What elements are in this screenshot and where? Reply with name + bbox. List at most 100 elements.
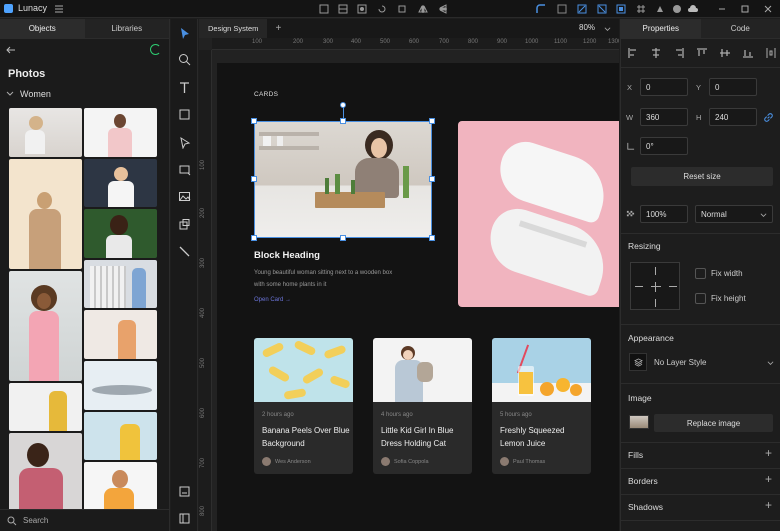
x-field[interactable]: 0: [640, 78, 688, 96]
add-tab-button[interactable]: +: [267, 23, 289, 34]
featured-image-selected[interactable]: [254, 121, 432, 238]
align-middle-icon[interactable]: [719, 47, 731, 59]
tab-objects[interactable]: Objects: [0, 19, 85, 38]
link-proportions-icon[interactable]: [763, 112, 774, 123]
card[interactable]: 5 hours ago Freshly Squeezed Lemon Juice…: [492, 338, 591, 474]
selection-handle[interactable]: [251, 235, 257, 241]
photo-thumbnail[interactable]: [9, 159, 82, 269]
y-field[interactable]: 0: [709, 78, 757, 96]
width-field[interactable]: 360: [640, 108, 688, 126]
height-field[interactable]: 240: [709, 108, 757, 126]
photo-thumbnail[interactable]: [9, 433, 82, 513]
open-card-link[interactable]: Open Card →: [254, 297, 291, 303]
preview-icon[interactable]: [654, 3, 666, 15]
rotation-handle[interactable]: [340, 102, 346, 108]
align-right-icon[interactable]: [673, 47, 685, 59]
photo-thumbnail[interactable]: [84, 108, 157, 157]
close-icon[interactable]: [762, 3, 774, 15]
card[interactable]: 2 hours ago Banana Peels Over Blue Backg…: [254, 338, 353, 474]
photo-thumbnail[interactable]: [84, 209, 157, 258]
blend-mode-select[interactable]: Normal: [695, 205, 773, 223]
select-tool-icon[interactable]: [178, 27, 191, 40]
reset-size-button[interactable]: Reset size: [631, 167, 773, 186]
tab-libraries[interactable]: Libraries: [85, 19, 170, 38]
grid-icon[interactable]: [635, 3, 647, 15]
share-icon[interactable]: [671, 3, 683, 15]
group-icon[interactable]: [337, 3, 349, 15]
fix-width-checkbox[interactable]: [695, 268, 706, 279]
photo-thumbnail[interactable]: [84, 361, 157, 410]
document-tab[interactable]: Design System: [199, 19, 268, 38]
frame-tool-icon[interactable]: [178, 163, 191, 176]
card[interactable]: 4 hours ago Little Kid Girl In Blue Dres…: [373, 338, 472, 474]
boolean-intersect-icon[interactable]: [596, 3, 608, 15]
photo-thumbnail[interactable]: [84, 159, 157, 207]
add-shadow-button[interactable]: +: [765, 498, 772, 512]
corner-radius-icon[interactable]: [535, 3, 547, 15]
category-header[interactable]: Women: [6, 89, 51, 99]
selection-handle[interactable]: [251, 176, 257, 182]
export-icon[interactable]: [178, 485, 191, 498]
selection-handle[interactable]: [429, 235, 435, 241]
add-border-button[interactable]: +: [765, 472, 772, 486]
mask-icon[interactable]: [356, 3, 368, 15]
photo-thumbnail[interactable]: [84, 260, 157, 308]
align-left-icon[interactable]: [318, 3, 330, 15]
replace-image-button[interactable]: Replace image: [654, 414, 773, 432]
tab-properties[interactable]: Properties: [621, 19, 701, 38]
flatten-icon[interactable]: [396, 3, 408, 15]
selection-handle[interactable]: [251, 118, 257, 124]
fix-height-checkbox[interactable]: [695, 293, 706, 304]
zoom-level[interactable]: 80%: [579, 23, 595, 32]
distribute-icon[interactable]: [765, 47, 777, 59]
menu-icon[interactable]: [53, 3, 65, 15]
align-top-icon[interactable]: [696, 47, 708, 59]
cloud-upload-icon[interactable]: [687, 3, 699, 15]
flip-horizontal-icon[interactable]: [417, 3, 429, 15]
opacity-field[interactable]: 100%: [640, 205, 688, 223]
resizing-constraints-widget[interactable]: [630, 262, 680, 310]
rotate-icon[interactable]: [376, 3, 388, 15]
add-fill-button[interactable]: +: [765, 446, 772, 460]
rectangle-tool-icon[interactable]: [178, 108, 191, 121]
photo-thumbnail[interactable]: [9, 383, 82, 431]
image-tool-icon[interactable]: [178, 190, 191, 203]
sneakers-image[interactable]: [458, 121, 619, 307]
photo-thumbnail[interactable]: [84, 412, 157, 460]
align-center-icon[interactable]: [650, 47, 662, 59]
text-tool-icon[interactable]: [178, 81, 191, 94]
pen-tool-icon[interactable]: [178, 136, 191, 150]
photo-thumbnail[interactable]: [9, 271, 82, 381]
photo-thumbnail[interactable]: [84, 462, 157, 513]
align-left-icon[interactable]: [627, 47, 639, 59]
component-tool-icon[interactable]: [178, 218, 191, 231]
search-input[interactable]: Search: [23, 516, 48, 525]
flip-vertical-icon[interactable]: [437, 3, 449, 15]
canvas-area[interactable]: Design System + 80% 100 200 300 400 500 …: [199, 19, 619, 531]
rotation-field[interactable]: 0°: [640, 137, 688, 155]
layer-style-icon[interactable]: [629, 353, 647, 371]
selection-handle[interactable]: [340, 118, 346, 124]
layer-style-value[interactable]: No Layer Style: [654, 358, 706, 367]
chevron-down-icon[interactable]: [767, 360, 774, 367]
photo-thumbnail[interactable]: [84, 310, 157, 359]
minimize-icon[interactable]: [716, 3, 728, 15]
search-bar[interactable]: Search: [0, 509, 169, 531]
back-arrow-icon[interactable]: [5, 44, 17, 56]
photo-thumbnail[interactable]: [9, 108, 82, 157]
maximize-icon[interactable]: [739, 3, 751, 15]
ruler-mark: 700: [439, 39, 450, 45]
zoom-tool-icon[interactable]: [178, 53, 191, 66]
chevron-down-icon[interactable]: [604, 26, 611, 33]
selection-handle[interactable]: [429, 176, 435, 182]
selection-handle[interactable]: [429, 118, 435, 124]
artboard[interactable]: CARDS Block Heading Young beautiful woma…: [217, 63, 619, 531]
boolean-difference-icon[interactable]: [615, 3, 627, 15]
line-tool-icon[interactable]: [178, 245, 191, 258]
panel-toggle-icon[interactable]: [178, 512, 191, 525]
tab-code[interactable]: Code: [701, 19, 780, 38]
align-bottom-icon[interactable]: [742, 47, 754, 59]
boolean-subtract-icon[interactable]: [576, 3, 588, 15]
selection-handle[interactable]: [340, 235, 346, 241]
boolean-union-icon[interactable]: [556, 3, 568, 15]
